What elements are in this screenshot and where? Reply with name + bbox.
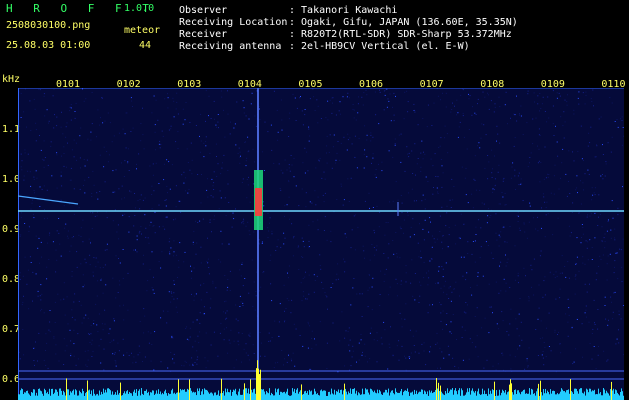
meteor-count: 44 <box>139 40 152 51</box>
file-name: 2508030100.png <box>6 20 91 31</box>
y-unit-label: kHz <box>2 74 21 85</box>
spectrogram-plot <box>18 88 624 400</box>
meteor-label: meteor <box>124 25 161 36</box>
plot-background <box>18 88 624 400</box>
info-value-antenna: : 2el-HB9CV Vertical (el. E-W) <box>289 41 470 52</box>
meteor-core <box>255 188 262 216</box>
app-version: 1.0.0 <box>124 3 155 14</box>
file-datetime: 25.08.03 01:00 <box>6 40 91 51</box>
info-key-antenna: Receiving antenna <box>179 41 282 52</box>
spectrogram-svg <box>18 88 624 400</box>
